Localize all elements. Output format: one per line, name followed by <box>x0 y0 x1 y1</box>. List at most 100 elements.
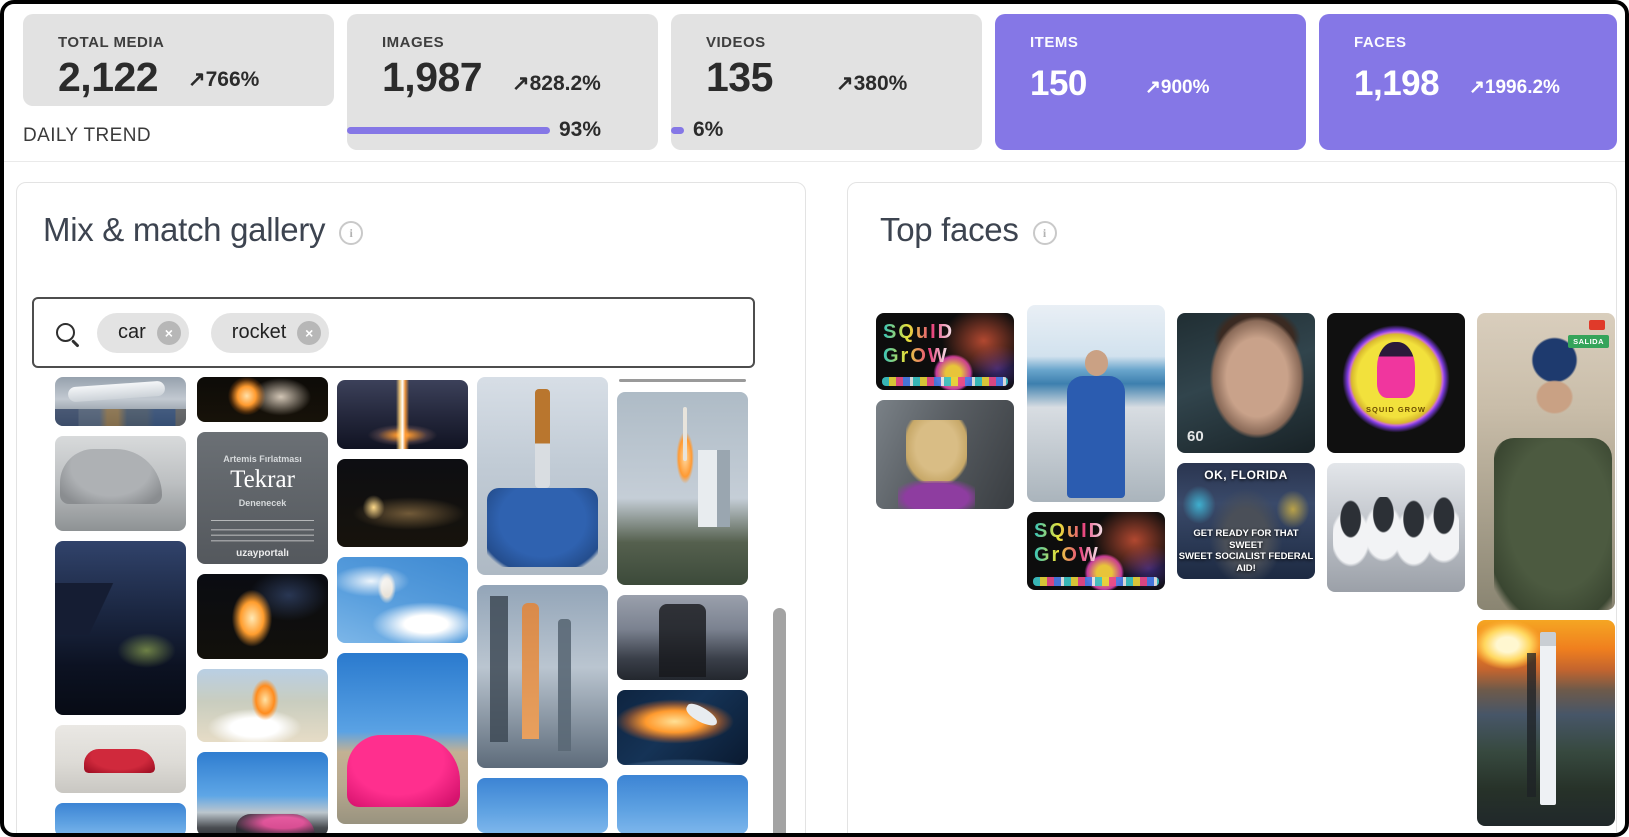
remove-tag-icon[interactable]: × <box>157 321 181 345</box>
face-image-text: GrOW <box>883 345 949 368</box>
info-icon[interactable]: i <box>339 221 363 245</box>
stat-value: 150 <box>1030 64 1087 104</box>
gallery-column <box>55 377 186 837</box>
stat-label: TOTAL MEDIA <box>58 34 164 51</box>
gallery-image-night-rocket[interactable] <box>197 574 328 659</box>
stat-label: VIDEOS <box>706 34 766 51</box>
gallery-image-falcon-blue-sky[interactable] <box>337 557 468 643</box>
top-faces-panel: Top faces i SQuIDGrOWSQuIDGrOW60OK, FLOR… <box>847 182 1617 837</box>
gallery-image-tekrar-poster[interactable]: Artemis Fırlatması Tekrar Denenecek uzaypor… <box>197 432 328 564</box>
face-image-girl-carseat[interactable] <box>876 400 1014 509</box>
gallery-image-text: uzayportalı <box>197 548 328 559</box>
face-image-text: SQuID <box>883 321 954 344</box>
gallery-image-blue-sky-3[interactable] <box>617 775 748 834</box>
stat-card-faces[interactable]: FACES 1,198 ↗1996.2% <box>1319 14 1617 150</box>
progress-bar <box>347 127 550 134</box>
daily-trend-label: DAILY TREND <box>23 125 151 147</box>
face-image-text: SQUID GROW <box>1327 405 1465 414</box>
gallery-image-text <box>211 520 314 545</box>
gallery-scrollbar[interactable] <box>773 608 786 837</box>
videos-progress: 6% <box>671 118 723 142</box>
gallery-title: Mix & match gallery <box>43 211 325 249</box>
face-image-text: OK, FLORIDA <box>1177 468 1315 482</box>
trend-up-indicator: ↗766% <box>188 67 259 92</box>
trend-up-indicator: ↗380% <box>836 71 907 96</box>
search-input[interactable] <box>351 312 753 354</box>
face-image-ok-florida-meme[interactable]: OK, FLORIDAGET READY FOR THAT SWEET SWEE… <box>1177 463 1315 579</box>
stat-card-images[interactable]: IMAGES 1,987 ↗828.2% 93% <box>347 14 658 150</box>
gallery-image-red-tesla[interactable] <box>55 725 186 793</box>
info-icon[interactable]: i <box>1033 221 1057 245</box>
stat-value: 135 <box>706 54 773 101</box>
face-image-elon-musk[interactable]: 60 <box>1177 313 1315 453</box>
face-image-text: GrOW <box>1034 544 1100 567</box>
gallery-image-launch-vab[interactable] <box>617 392 748 585</box>
face-image-squidgrow-banner-2[interactable]: SQuIDGrOW <box>1027 512 1165 590</box>
search-tag-rocket[interactable]: rocket × <box>211 313 329 353</box>
gallery-image-astronaut-crew-sls[interactable] <box>477 377 608 575</box>
stat-value: 1,987 <box>382 54 482 101</box>
face-image-text: 60 <box>1187 428 1204 445</box>
stat-value: 2,122 <box>58 54 158 101</box>
gallery-image-text: Denenecek <box>197 498 328 508</box>
face-image-text <box>1033 577 1159 586</box>
gallery-image-blue-sky-2[interactable] <box>477 778 608 833</box>
gallery-image-blue-car-lot[interactable] <box>197 752 328 836</box>
gallery-column <box>617 392 748 834</box>
search-icon <box>56 323 75 342</box>
stat-card-items[interactable]: ITEMS 150 ↗900% <box>995 14 1306 150</box>
face-image-sunset-rocket[interactable] <box>1477 620 1615 826</box>
progress-label: 93% <box>559 118 601 142</box>
gallery-search-box[interactable]: car × rocket × <box>32 297 755 368</box>
face-image-text: SQuID <box>1034 520 1105 543</box>
remove-tag-icon[interactable]: × <box>297 321 321 345</box>
faces-title: Top faces <box>880 211 1019 249</box>
search-tag-car[interactable]: car × <box>97 313 189 353</box>
gallery-image-dusk-streak-launch[interactable] <box>337 380 468 449</box>
stat-card-videos[interactable]: VIDEOS 135 ↗380% 6% <box>671 14 982 150</box>
gallery-image-house-dusk[interactable] <box>55 541 186 715</box>
face-image-text: SALIDA <box>1568 335 1609 348</box>
section-divider <box>4 161 1625 162</box>
gallery-column: Artemis Fırlatması Tekrar Denenecek uzaypor… <box>197 377 328 836</box>
face-column: SALIDA <box>1477 313 1615 826</box>
mix-match-gallery-panel: Mix & match gallery i car × rocket × Art… <box>16 182 806 837</box>
trend-up-indicator: ↗828.2% <box>512 71 601 96</box>
face-image-squidgrow-banner-1[interactable]: SQuIDGrOW <box>876 313 1014 390</box>
gallery-image-gray-car[interactable] <box>55 436 186 531</box>
face-image-spacex-crew[interactable] <box>1327 463 1465 592</box>
face-column: 60 OK, FLORIDAGET READY FOR THAT SWEET SW… <box>1177 313 1315 579</box>
stat-card-total-media[interactable]: TOTAL MEDIA 2,122 ↗766% <box>23 14 334 106</box>
gallery-image-starship-stand[interactable] <box>617 595 748 680</box>
gallery-image-blue-sky-1[interactable] <box>55 803 186 837</box>
face-image-text <box>882 377 1008 386</box>
face-column: SQuIDGrOW <box>876 313 1014 509</box>
gallery-image-text: Artemis Fırlatması <box>197 454 328 464</box>
dashboard-window: TOTAL MEDIA 2,122 ↗766% IMAGES 1,987 ↗82… <box>0 0 1629 837</box>
gallery-image-text: Tekrar <box>197 466 328 494</box>
trend-up-indicator: ↗1996.2% <box>1469 76 1560 99</box>
tag-label: rocket <box>232 321 286 344</box>
tag-label: car <box>118 321 146 344</box>
face-image-text <box>1589 320 1605 330</box>
gallery-image-sls-watertower[interactable] <box>477 585 608 768</box>
stat-label: IMAGES <box>382 34 444 51</box>
face-image-astronaut-woman[interactable] <box>1027 305 1165 502</box>
stat-value: 1,198 <box>1354 64 1439 104</box>
images-progress: 93% <box>347 118 601 142</box>
gallery-image-hangar-rocket[interactable] <box>55 377 186 426</box>
gallery-column <box>477 377 608 833</box>
stat-label: ITEMS <box>1030 34 1078 51</box>
gallery-image-pink-tesla[interactable] <box>337 653 468 824</box>
face-image-military-officers[interactable]: SALIDA <box>1477 313 1615 610</box>
progress-label: 6% <box>693 118 723 142</box>
face-column: SQuIDGrOW <box>1027 305 1165 590</box>
trend-up-indicator: ↗900% <box>1145 76 1210 99</box>
face-image-squidgrow-coin[interactable]: SQUID GROW <box>1327 313 1465 453</box>
gallery-image-starship-hop[interactable] <box>197 669 328 742</box>
gallery-image-night-launch-wide[interactable] <box>197 377 328 422</box>
face-column: SQUID GROW <box>1327 313 1465 592</box>
progress-bar <box>671 127 684 134</box>
gallery-image-dragon-reentry[interactable] <box>617 690 748 765</box>
gallery-image-night-pad[interactable] <box>337 459 468 547</box>
